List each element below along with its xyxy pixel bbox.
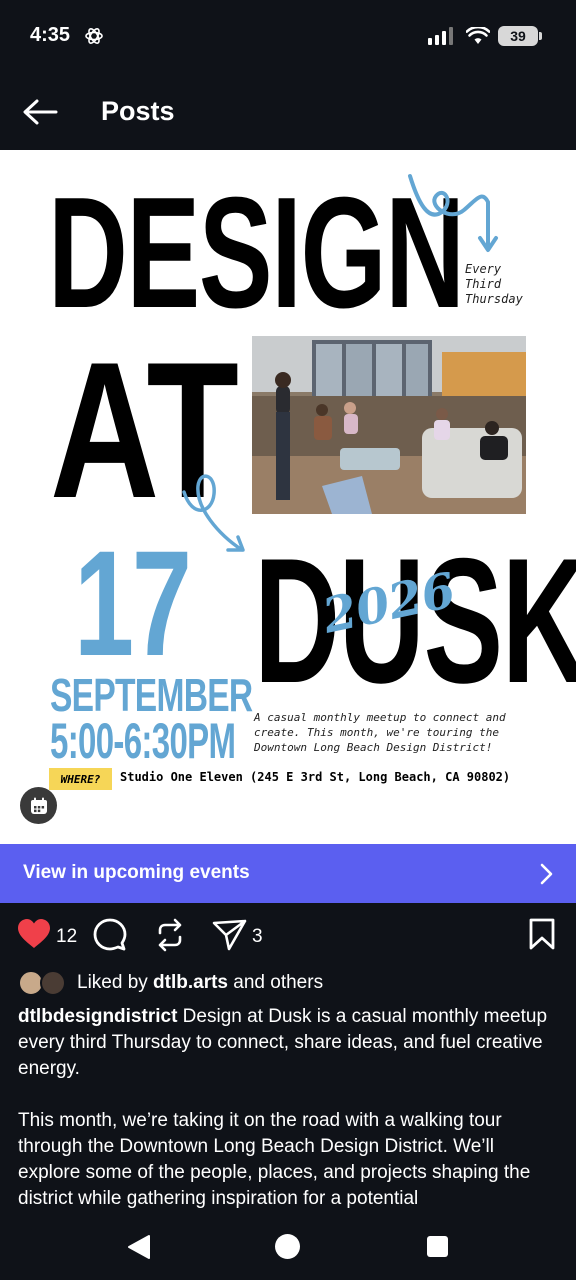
comment-icon[interactable]: [93, 918, 127, 952]
share-icon[interactable]: [212, 918, 248, 952]
system-nav-bar: [0, 1212, 576, 1280]
like-count: 12: [56, 926, 78, 947]
battery-level: 39: [510, 28, 526, 44]
status-icons: 39: [428, 24, 542, 48]
swirl-arrow-icon: [408, 174, 498, 252]
repost-icon[interactable]: [154, 918, 186, 952]
view-upcoming-events-button[interactable]: View in upcoming events: [0, 844, 576, 903]
calendar-icon: [30, 797, 47, 814]
liked-by-row[interactable]: Liked by dtlb.arts and others: [18, 968, 558, 998]
poster-month: SEPTEMBER: [50, 669, 253, 721]
post-image[interactable]: DESIGN Every Third Thursday AT 17 DUSK 2…: [0, 150, 576, 844]
poster-time: 5:00-6:30PM: [50, 713, 236, 769]
liked-by-prefix: Liked by: [77, 972, 154, 993]
caption-paragraph: This month, we’re taking it on the road …: [18, 1108, 558, 1212]
status-bar: 4:35 39: [0, 0, 576, 74]
poster-day: 17: [74, 519, 192, 687]
events-banner-label: View in upcoming events: [23, 862, 250, 883]
post-caption: dtlbdesigndistrict Design at Dusk is a c…: [18, 1004, 558, 1238]
status-time: 4:35: [30, 24, 71, 46]
poster-description: A casual monthly meetup to connect and c…: [254, 711, 506, 754]
avatar: [40, 970, 66, 996]
page-title: Posts: [101, 96, 175, 126]
chevron-right-icon: [540, 863, 553, 885]
battery-icon: 39: [498, 26, 542, 46]
event-photo: [252, 336, 526, 514]
back-arrow-icon[interactable]: [20, 94, 60, 130]
liked-by-suffix: and others: [228, 972, 324, 993]
poster-tagline: Every Third Thursday: [465, 262, 523, 306]
poster-address: Studio One Eleven (245 E 3rd St, Long Be…: [120, 770, 511, 784]
liked-by-text: Liked by dtlb.arts and others: [77, 972, 323, 994]
caption-username[interactable]: dtlbdesigndistrict: [18, 1006, 177, 1027]
calendar-button[interactable]: [20, 787, 57, 824]
liker-avatars: [18, 970, 68, 998]
caption-paragraph: dtlbdesigndistrict Design at Dusk is a c…: [18, 1004, 558, 1082]
openai-icon: [85, 28, 103, 44]
app-bar: Posts: [0, 74, 576, 150]
post-actions: 12 3: [0, 914, 576, 958]
bookmark-icon[interactable]: [528, 918, 556, 950]
where-badge: WHERE?: [49, 768, 112, 790]
nav-recents-icon[interactable]: [427, 1236, 448, 1257]
signal-icon: [428, 27, 453, 45]
share-count: 3: [252, 926, 263, 947]
nav-home-icon[interactable]: [275, 1234, 300, 1259]
wifi-icon: [466, 27, 490, 44]
caption-text: This month, we’re taking it on the road …: [18, 1110, 531, 1209]
nav-back-icon[interactable]: [127, 1234, 151, 1260]
heart-icon[interactable]: [17, 918, 51, 950]
poster-word-design: DESIGN: [48, 165, 465, 341]
liked-by-user[interactable]: dtlb.arts: [153, 972, 228, 993]
